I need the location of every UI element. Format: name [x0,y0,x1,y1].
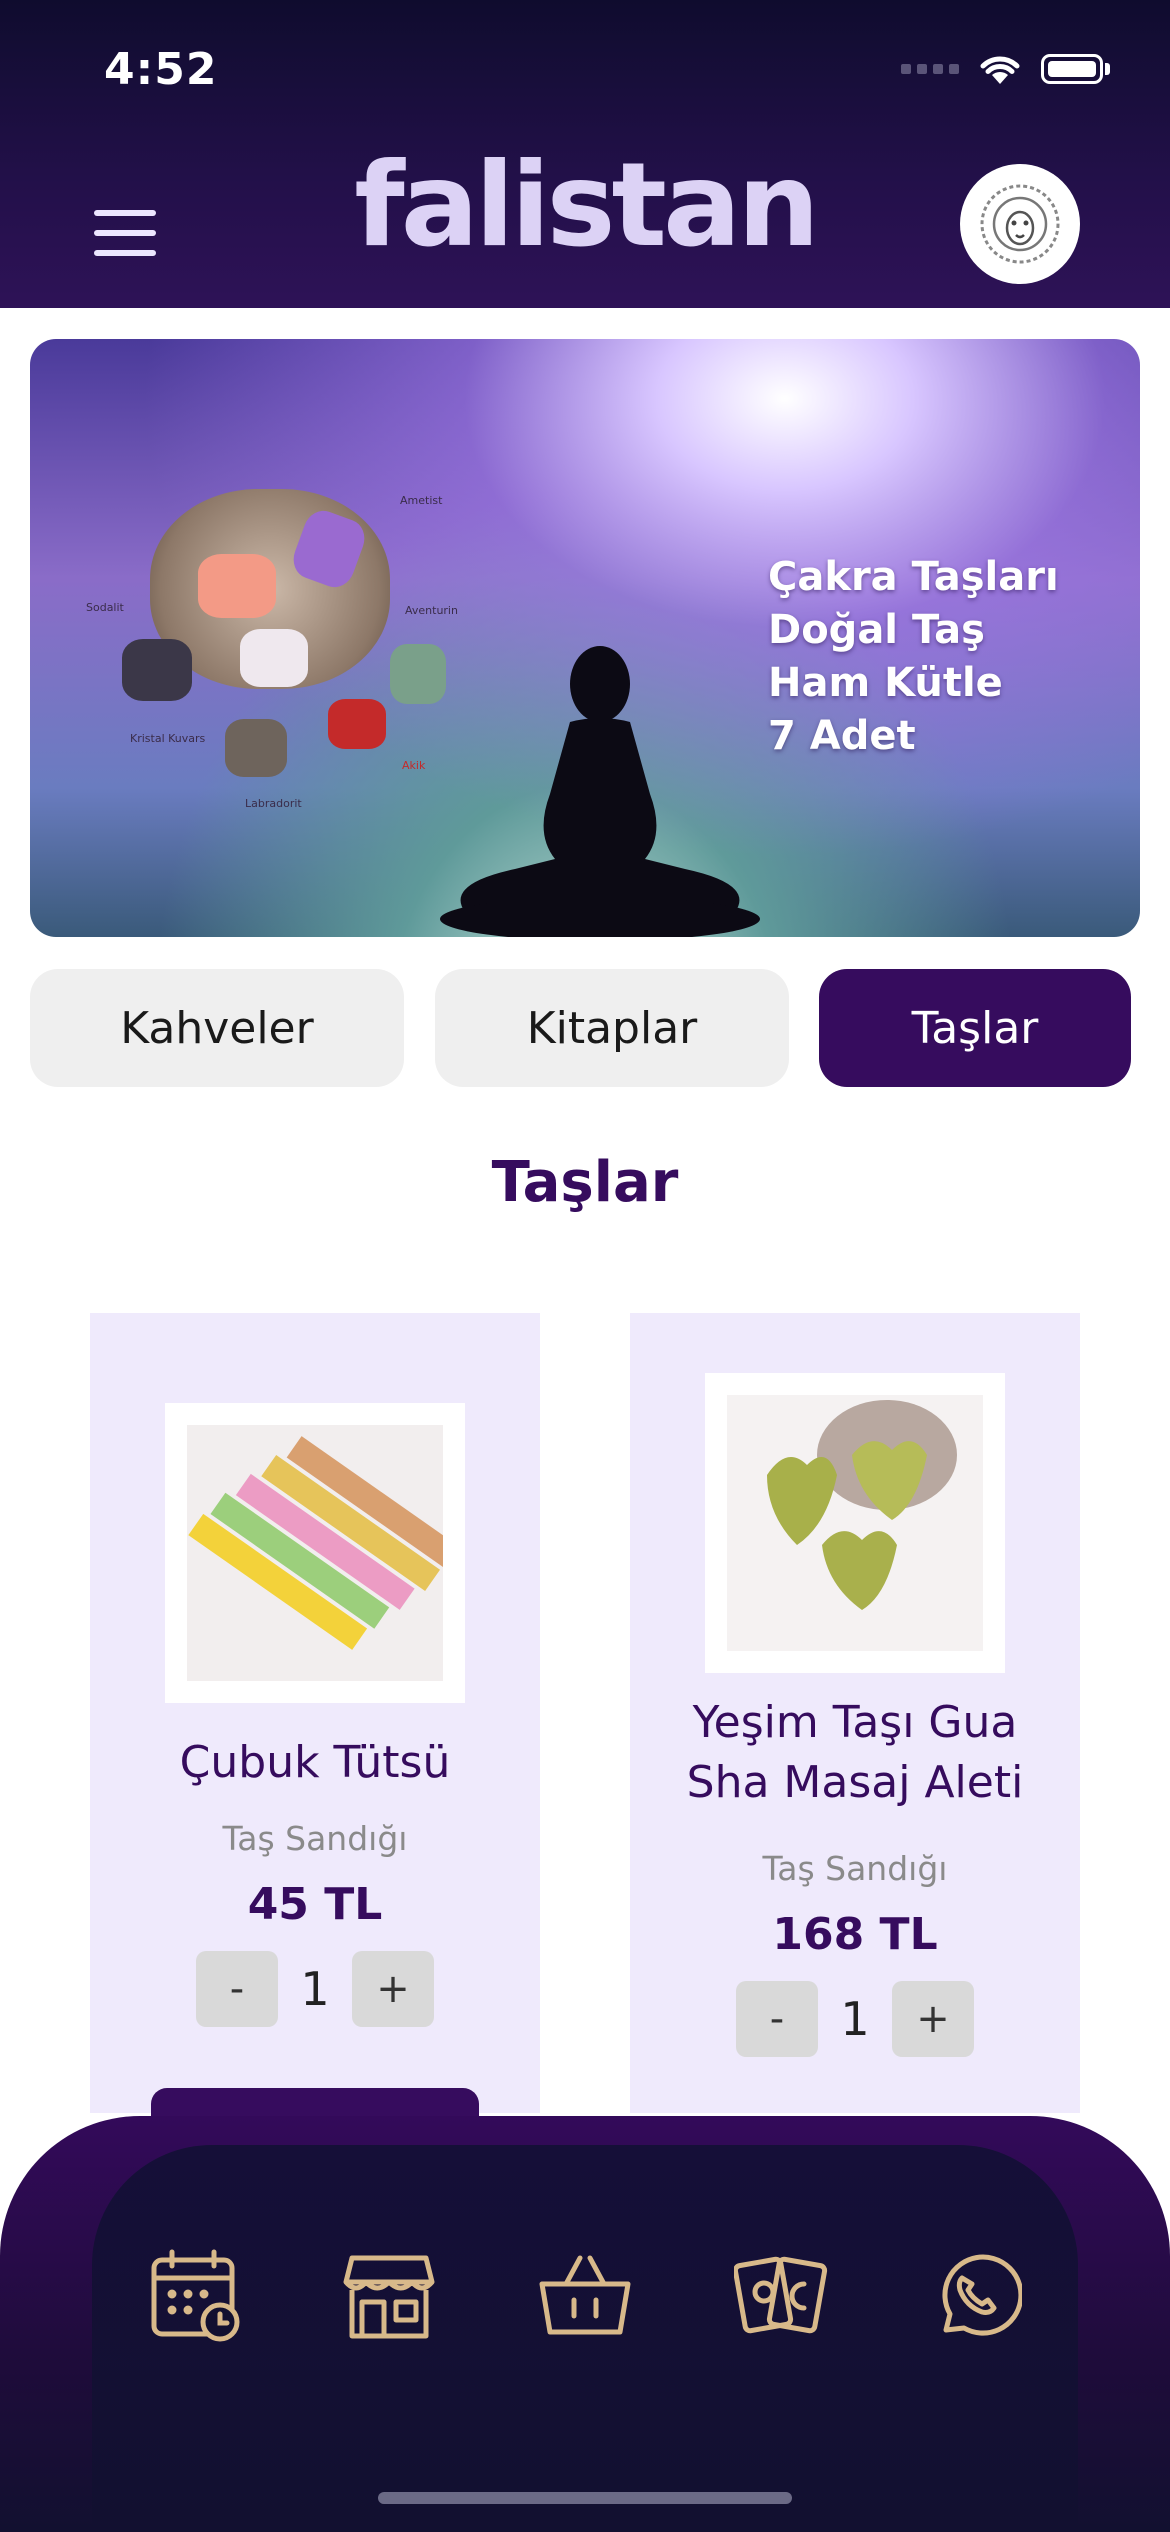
product-name: Çubuk Tütsü [179,1737,451,1788]
status-icons [901,52,1110,86]
incense-sticks-image [188,1436,443,1650]
labradorite-stone [225,719,287,777]
status-time: 4:52 [104,44,218,95]
product-name-line: Yeşim Taşı Gua [692,1697,1018,1748]
promo-banner[interactable]: Ametist Aventurin Akik Labradorit Krista… [30,339,1140,937]
home-indicator [378,2492,792,2504]
wifi-icon [980,56,1020,84]
meditating-figure-image [440,646,760,937]
app-header: 4:52 falistan [0,0,1170,308]
decrease-qty-button[interactable]: - [736,1981,818,2057]
brand-logo: falistan [354,138,820,273]
increase-qty-button[interactable]: + [352,1951,434,2027]
store-icon[interactable] [342,2248,436,2342]
stone-label: Sodalit [86,601,124,614]
qty-value: 1 [300,1962,330,2016]
quantity-stepper: - 1 + [90,1951,540,2027]
product-price: 168 TL [772,1909,938,1960]
stone-label: Akik [402,759,426,772]
banner-line: 7 Adet [768,713,916,759]
tab-kahveler[interactable]: Kahveler [30,969,404,1087]
tab-taslar[interactable]: Taşlar [819,969,1131,1087]
stone-label: Ametist [400,494,443,507]
tarot-cards-icon[interactable] [734,2248,828,2342]
sodalite-stone [122,639,192,701]
product-image[interactable] [165,1403,465,1703]
stone-label: Labradorit [245,797,302,810]
stone-label: Kristal Kuvars [130,732,206,745]
quantity-stepper: - 1 + [630,1981,1080,2057]
increase-qty-button[interactable]: + [892,1981,974,2057]
signal-icon [901,64,959,74]
product-card[interactable]: Yeşim Taşı Gua Sha Masaj Aleti Taş Sandı… [630,1313,1080,2113]
basket-icon[interactable] [538,2248,632,2342]
calendar-clock-icon[interactable] [148,2248,242,2342]
product-brand: Taş Sandığı [222,1819,408,1858]
stone-label: Aventurin [405,604,458,617]
whatsapp-icon[interactable] [928,2248,1022,2342]
banner-line: Ham Kütle [768,660,1003,706]
product-name-line: Sha Masaj Aleti [686,1757,1024,1808]
decrease-qty-button[interactable]: - [196,1951,278,2027]
section-title: Taşlar [491,1150,679,1215]
carnelian-stone [328,699,386,749]
product-image[interactable] [705,1373,1005,1673]
product-price: 45 TL [247,1879,383,1930]
product-name: Yeşim Taşı Gua Sha Masaj Aleti [630,1693,1080,1813]
qty-value: 1 [840,1992,870,2046]
profile-avatar[interactable] [960,164,1080,284]
banner-line: Doğal Taş [768,607,985,653]
gua-sha-image [767,1400,957,1610]
banner-line: Çakra Taşları [768,554,1059,600]
crystal-quartz-stone [240,629,308,687]
lion-icon [980,184,1060,264]
rose-quartz-stone [198,554,276,618]
banner-caption: Çakra Taşları Doğal Taş Ham Kütle 7 Adet [768,551,1059,763]
battery-icon [1041,54,1103,84]
product-brand: Taş Sandığı [762,1849,948,1888]
product-card[interactable]: Çubuk Tütsü Taş Sandığı 45 TL - 1 + [90,1313,540,2113]
hamburger-menu-button[interactable] [94,210,156,256]
tab-kitaplar[interactable]: Kitaplar [435,969,789,1087]
